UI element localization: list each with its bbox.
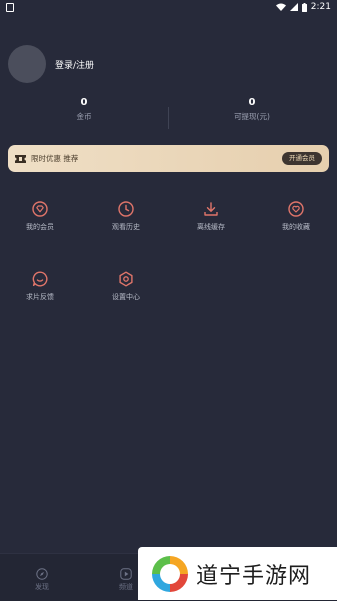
compass-icon	[36, 568, 48, 580]
menu-item-offline-cache[interactable]: 离线缓存	[181, 201, 241, 232]
clock-icon	[118, 201, 134, 217]
tab-label: 发现	[35, 583, 49, 591]
heart-icon	[288, 201, 304, 217]
feedback-icon	[32, 271, 48, 287]
tab-discover[interactable]: 发现	[0, 554, 84, 601]
download-icon	[204, 202, 218, 216]
stat-coins[interactable]: 0 金币	[0, 96, 168, 134]
wifi-icon	[275, 3, 286, 11]
stat-value: 0	[80, 97, 88, 108]
site-watermark: 道宁手游网	[138, 547, 337, 600]
status-time: 2:21	[310, 2, 331, 12]
settings-icon	[119, 271, 133, 287]
stat-label: 金币	[76, 112, 92, 121]
app-notification-icon	[6, 2, 14, 12]
menu-item-label: 观看历史	[112, 223, 140, 231]
vip-promo-banner[interactable]: 限时优惠 推荐 开通会员	[8, 145, 329, 172]
vip-promo-text: 限时优惠 推荐	[31, 154, 79, 163]
menu-item-watch-history[interactable]: 观看历史	[96, 201, 156, 232]
site-logo-icon	[152, 555, 188, 592]
menu-item-label: 我的会员	[26, 223, 54, 231]
stat-label: 可提现(元)	[234, 112, 270, 121]
open-vip-button[interactable]: 开通会员	[282, 152, 322, 165]
signal-icon	[289, 3, 298, 11]
menu-item-request-feedback[interactable]: 求片反馈	[10, 271, 70, 302]
avatar[interactable]	[8, 45, 46, 83]
menu-item-label: 求片反馈	[26, 293, 54, 301]
stat-withdrawable[interactable]: 0 可提现(元)	[168, 96, 336, 134]
play-icon	[120, 568, 132, 580]
menu-item-label: 离线缓存	[197, 223, 225, 231]
stats-row: 0 金币 0 可提现(元)	[0, 96, 337, 134]
status-bar: 2:21	[0, 0, 337, 14]
ticket-icon	[15, 154, 26, 163]
stat-value: 0	[248, 97, 256, 108]
watermark-text: 道宁手游网	[196, 563, 312, 589]
menu-item-my-favorites[interactable]: 我的收藏	[266, 201, 326, 232]
diamond-icon	[32, 201, 48, 217]
profile-header[interactable]: 登录/注册	[8, 45, 94, 83]
menu-item-settings[interactable]: 设置中心	[96, 271, 156, 302]
menu-item-label: 设置中心	[112, 293, 140, 301]
menu-item-my-vip[interactable]: 我的会员	[10, 201, 70, 232]
menu-item-label: 我的收藏	[282, 223, 310, 231]
battery-icon	[301, 2, 307, 12]
stats-divider	[168, 107, 169, 129]
login-register-link[interactable]: 登录/注册	[55, 58, 94, 71]
